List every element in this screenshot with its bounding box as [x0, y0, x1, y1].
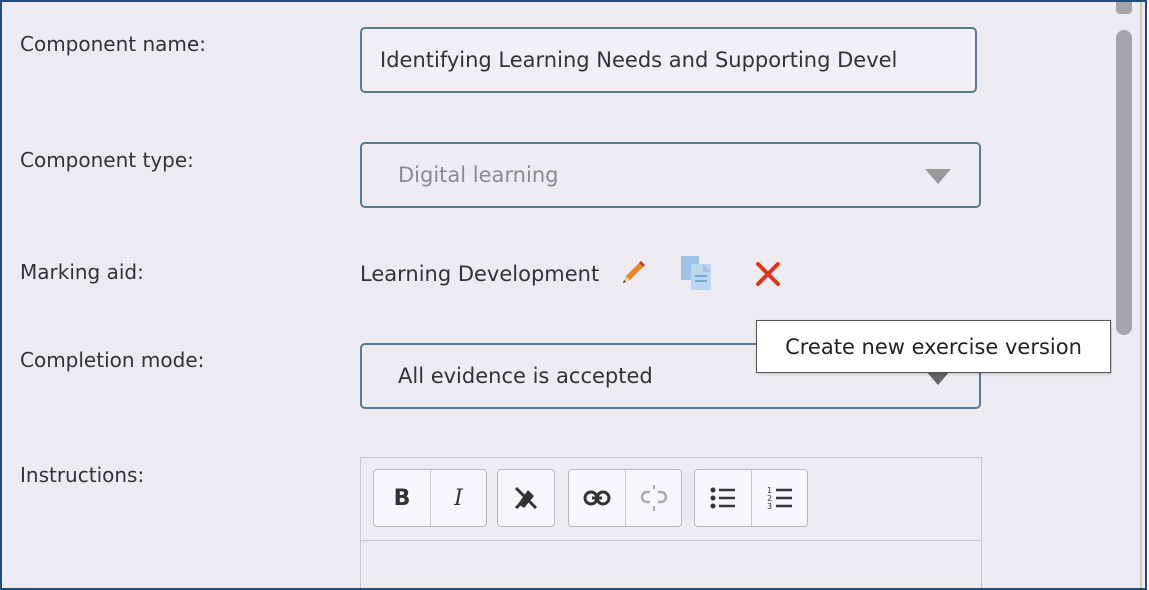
delete-icon[interactable]: [753, 259, 783, 289]
scrollbar-arrow-up[interactable]: [1116, 2, 1132, 14]
marking-aid-row: Learning Development: [360, 254, 783, 294]
italic-button[interactable]: I: [430, 470, 486, 526]
chevron-down-icon: [925, 169, 951, 184]
marking-aid-value: Learning Development: [360, 262, 600, 286]
link-icon: [583, 488, 611, 508]
svg-text:3: 3: [767, 502, 772, 511]
form-panel: Component name: Identifying Learning Nee…: [0, 0, 1147, 590]
create-version-tooltip: Create new exercise version: [756, 320, 1111, 373]
completion-mode-value: All evidence is accepted: [398, 364, 653, 388]
copy-icon[interactable]: [679, 254, 723, 294]
bullet-list-icon: [709, 485, 737, 511]
component-type-label: Component type:: [20, 148, 194, 172]
remove-format-icon: [512, 484, 540, 512]
panel-divider: [1140, 2, 1142, 588]
pencil-icon[interactable]: [617, 259, 647, 289]
numbered-list-icon: 1 2 3: [766, 485, 794, 511]
component-name-input[interactable]: Identifying Learning Needs and Supportin…: [360, 27, 977, 93]
link-button[interactable]: [569, 470, 625, 526]
scrollbar-thumb[interactable]: [1116, 30, 1132, 335]
component-type-value: Digital learning: [398, 163, 559, 187]
instructions-editor[interactable]: B I 1 2 3: [360, 457, 982, 588]
remove-format-button[interactable]: [498, 470, 554, 526]
clear-group: [497, 469, 555, 527]
bold-button[interactable]: B: [374, 470, 430, 526]
editor-toolbar: B I 1 2 3: [361, 458, 981, 541]
completion-mode-label: Completion mode:: [20, 348, 205, 372]
component-type-select[interactable]: Digital learning: [360, 142, 981, 208]
link-group: [568, 469, 682, 527]
unlink-icon: [640, 484, 668, 512]
unlink-button[interactable]: [625, 470, 681, 526]
marking-aid-label: Marking aid:: [20, 260, 144, 284]
list-group: 1 2 3: [694, 469, 808, 527]
component-name-label: Component name:: [20, 32, 206, 56]
vertical-scrollbar[interactable]: [1112, 2, 1140, 588]
instructions-label: Instructions:: [20, 463, 145, 487]
format-group: B I: [373, 469, 487, 527]
numbered-list-button[interactable]: 1 2 3: [751, 470, 807, 526]
bullet-list-button[interactable]: [695, 470, 751, 526]
